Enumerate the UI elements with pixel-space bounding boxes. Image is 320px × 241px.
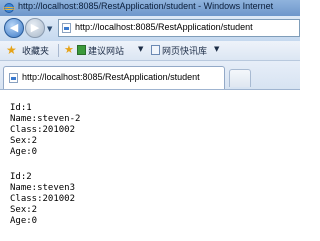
new-tab-button[interactable] xyxy=(229,69,251,87)
back-button[interactable]: ◀ xyxy=(4,18,24,38)
page-icon xyxy=(62,23,71,33)
ie-logo-icon xyxy=(2,3,16,13)
navigation-bar: ◀ ▶ ▼ http://localhost:8085/RestApplicat… xyxy=(0,16,300,41)
favorites-button[interactable]: 收藏夹 xyxy=(22,44,49,57)
title-bar: http://localhost:8085/RestApplication/st… xyxy=(0,0,300,16)
page-content: Id:1 Name:steven-2 Class:201002 Sex:2 Ag… xyxy=(0,90,300,241)
student-name: Name:steven-2 xyxy=(10,114,81,124)
toolbar-divider xyxy=(58,44,59,57)
tab-student[interactable]: http://localhost:8085/RestApplication/st… xyxy=(3,66,225,89)
student-id: Id:1 xyxy=(10,103,32,113)
student-class: Class:201002 xyxy=(10,125,76,135)
favorites-bar: ★ 收藏夹 ★ 建议网站 ▼ 网页快讯库 ▼ xyxy=(0,41,300,61)
tab-page-icon xyxy=(9,73,18,83)
web-slice-icon xyxy=(151,45,160,55)
student-id: Id:2 xyxy=(10,172,32,182)
tab-title: http://localhost:8085/RestApplication/st… xyxy=(22,72,200,82)
suggested-sites-dropdown-icon[interactable]: ▼ xyxy=(138,45,143,53)
web-slice-dropdown-icon[interactable]: ▼ xyxy=(214,45,219,53)
student-age: Age:0 xyxy=(10,216,38,226)
recent-pages-dropdown-icon[interactable]: ▼ xyxy=(47,25,52,33)
student-record: Id:2 Name:steven3 Class:201002 Sex:2 Age… xyxy=(10,172,75,227)
forward-button[interactable]: ▶ xyxy=(25,18,45,38)
student-sex: Sex:2 xyxy=(10,205,38,215)
student-name: Name:steven3 xyxy=(10,183,76,193)
student-age: Age:0 xyxy=(10,147,38,157)
address-bar[interactable]: http://localhost:8085/RestApplication/st… xyxy=(58,19,300,37)
address-text[interactable]: http://localhost:8085/RestApplication/st… xyxy=(75,22,253,32)
add-favorite-icon[interactable]: ★ xyxy=(64,43,74,57)
window-title: http://localhost:8085/RestApplication/st… xyxy=(18,1,274,11)
student-class: Class:201002 xyxy=(10,194,76,204)
student-record: Id:1 Name:steven-2 Class:201002 Sex:2 Ag… xyxy=(10,103,80,158)
student-sex: Sex:2 xyxy=(10,136,38,146)
suggested-sites-icon xyxy=(77,45,86,55)
favorites-star-icon[interactable]: ★ xyxy=(6,43,17,57)
web-slice-gallery-button[interactable]: 网页快讯库 xyxy=(162,44,207,57)
tab-bar: http://localhost:8085/RestApplication/st… xyxy=(0,61,300,90)
suggested-sites-button[interactable]: 建议网站 xyxy=(88,44,124,57)
